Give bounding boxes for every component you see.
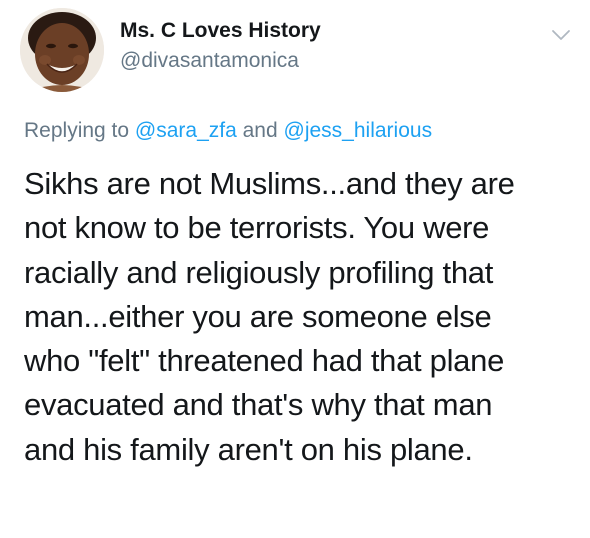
replying-to-conjunction: and: [242, 119, 278, 142]
mention-link[interactable]: @sara_zfa: [135, 119, 237, 142]
mention-link[interactable]: @jess_hilarious: [284, 119, 433, 142]
avatar-photo-icon: [20, 8, 104, 92]
tweet-card: Ms. C Loves History @divasantamonica Rep…: [0, 0, 590, 538]
tweet-text-line: Sikhs are not Muslims...and they are: [24, 166, 515, 201]
tweet-text-line: not know to be terrorists. You were: [24, 210, 490, 246]
tweet-text-line: man...either you are someone else: [24, 298, 492, 334]
replying-to-prefix: Replying to: [24, 119, 130, 142]
tweet-text-line: racially and religiously profiling that: [24, 254, 494, 290]
replying-to-line: Replying to @sara_zfa and @jess_hilariou…: [24, 118, 432, 144]
author-display-name[interactable]: Ms. C Loves History: [120, 18, 321, 44]
author-handle[interactable]: @divasantamonica: [120, 48, 321, 74]
tweet-menu-button[interactable]: [551, 28, 571, 42]
user-avatar[interactable]: [20, 8, 104, 92]
tweet-text-line: and his family aren't on his plane.: [24, 431, 473, 467]
tweet-text-line: who "felt" threatened had that plane: [24, 343, 505, 379]
tweet-text: Sikhs are not Muslims...and they are not…: [24, 162, 584, 472]
chevron-down-icon: [552, 30, 570, 40]
tweet-text-line: evacuated and that's why that man: [24, 387, 493, 423]
tweet-author: Ms. C Loves History @divasantamonica: [120, 18, 321, 74]
